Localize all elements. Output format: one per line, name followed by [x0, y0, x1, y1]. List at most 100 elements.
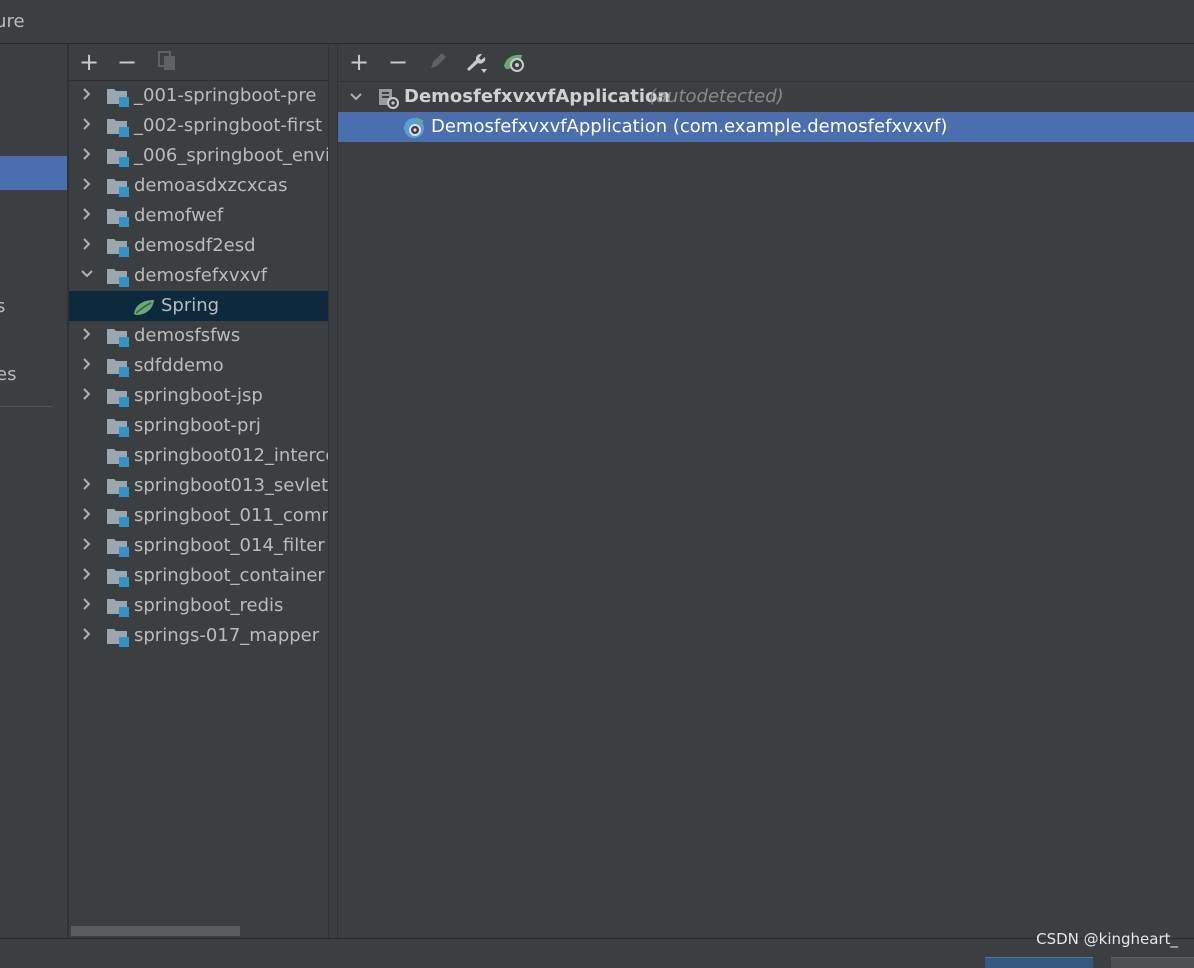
- chevron-right-icon[interactable]: [80, 87, 94, 101]
- app-context-config-label: DemosfefxvxvfApplication (com.example.de…: [431, 116, 948, 137]
- module-label: springboot-jsp: [134, 385, 263, 406]
- chevron-right-icon[interactable]: [80, 507, 94, 521]
- module-item[interactable]: springboot-prj: [69, 411, 328, 441]
- module-folder-icon: [107, 629, 129, 647]
- app-context-config[interactable]: DemosfefxvxvfApplication (com.example.de…: [338, 112, 1194, 142]
- app-context-root[interactable]: DemosfefxvxvfApplication (autodetected): [338, 82, 1194, 112]
- module-folder-icon: [107, 359, 129, 377]
- module-label: sdfddemo: [134, 355, 224, 376]
- module-label: demosfsfws: [134, 325, 241, 346]
- module-label: _006_springboot_envir: [134, 145, 328, 166]
- watermark: CSDN @kingheart_: [1036, 930, 1178, 948]
- chevron-right-icon[interactable]: [80, 237, 94, 251]
- chevron-right-icon[interactable]: [80, 117, 94, 131]
- module-folder-icon: [107, 149, 129, 167]
- module-folder-icon: [107, 389, 129, 407]
- chevron-right-icon[interactable]: [80, 627, 94, 641]
- chevron-right-icon[interactable]: [80, 177, 94, 191]
- module-folder-icon: [107, 329, 129, 347]
- module-item[interactable]: demosdf2esd: [69, 231, 328, 261]
- module-folder-icon: [107, 449, 129, 467]
- edit-icon[interactable]: [426, 50, 450, 74]
- module-label: springs-017_mapper: [134, 625, 320, 646]
- module-item[interactable]: demosfefxvxvf: [69, 261, 328, 291]
- chevron-right-icon[interactable]: [80, 567, 94, 581]
- module-item[interactable]: springboot_011_comm: [69, 501, 328, 531]
- sidebar-item-fragment[interactable]: s: [0, 296, 5, 317]
- copy-icon[interactable]: [155, 50, 179, 74]
- module-item[interactable]: _001-springboot-pre: [69, 81, 328, 111]
- app-context-name: DemosfefxvxvfApplication: [404, 86, 671, 107]
- module-item[interactable]: springboot_container: [69, 561, 328, 591]
- remove-button[interactable]: −: [115, 50, 139, 74]
- module-label: demosdf2esd: [134, 235, 256, 256]
- detail-toolbar: + −: [338, 44, 1194, 82]
- sidebar-divider: [0, 406, 52, 407]
- modules-tree[interactable]: _001-springboot-pre _002-springboot-first…: [69, 81, 328, 651]
- chevron-right-icon[interactable]: [80, 477, 94, 491]
- module-item[interactable]: _006_springboot_envir: [69, 141, 328, 171]
- module-label: springboot_redis: [134, 595, 284, 616]
- module-item[interactable]: springs-017_mapper: [69, 621, 328, 651]
- module-folder-icon: [107, 119, 129, 137]
- module-label: springboot_014_filter: [134, 535, 325, 556]
- sidebar-item-fragment[interactable]: es: [0, 364, 16, 385]
- module-item[interactable]: sdfddemo: [69, 351, 328, 381]
- chevron-down-icon[interactable]: [80, 267, 94, 281]
- chevron-right-icon[interactable]: [80, 207, 94, 221]
- chevron-right-icon[interactable]: [80, 147, 94, 161]
- modules-toolbar: + −: [69, 44, 328, 81]
- module-label: springboot013_sevlet: [134, 475, 328, 496]
- module-label: _001-springboot-pre: [134, 85, 317, 106]
- module-item[interactable]: springboot013_sevlet: [69, 471, 328, 501]
- spring-boot-config-icon: [404, 117, 424, 138]
- facet-item[interactable]: Spring: [69, 291, 328, 321]
- settings-sidebar: s es: [0, 44, 67, 938]
- remove-button[interactable]: −: [386, 50, 410, 74]
- panel-divider[interactable]: [328, 44, 338, 938]
- sidebar-selected-item[interactable]: [0, 156, 67, 190]
- ok-button[interactable]: [985, 957, 1093, 968]
- chevron-right-icon[interactable]: [80, 327, 94, 341]
- add-button[interactable]: +: [347, 50, 371, 74]
- autodetected-note: (autodetected): [649, 86, 784, 107]
- module-label: springboot_container: [134, 565, 325, 586]
- module-folder-icon: [107, 89, 129, 107]
- cancel-button[interactable]: [1111, 957, 1194, 968]
- module-folder-icon: [107, 509, 129, 527]
- app-context-icon: [379, 89, 399, 109]
- title-bar: ture: [0, 0, 1194, 44]
- spring-leaf-icon: [134, 300, 154, 315]
- module-item[interactable]: springboot-jsp: [69, 381, 328, 411]
- modules-panel: + − _001-springboot-pre _002-springboot-f…: [69, 44, 328, 938]
- module-folder-icon: [107, 479, 129, 497]
- module-item[interactable]: springboot_014_filter: [69, 531, 328, 561]
- window-title: ture: [0, 11, 25, 32]
- module-folder-icon: [107, 209, 129, 227]
- module-folder-icon: [107, 419, 129, 437]
- module-item[interactable]: demoasdxzcxcas: [69, 171, 328, 201]
- facet-label: Spring: [161, 295, 220, 316]
- spring-config-icon[interactable]: [502, 50, 526, 74]
- module-item[interactable]: springboot012_interce: [69, 441, 328, 471]
- module-label: demoasdxzcxcas: [134, 175, 288, 196]
- module-item[interactable]: _002-springboot-first: [69, 111, 328, 141]
- chevron-right-icon[interactable]: [80, 387, 94, 401]
- facet-detail-panel: + − DemosfefxvxvfApplication (autodetect…: [338, 44, 1194, 938]
- chevron-right-icon[interactable]: [80, 537, 94, 551]
- add-button[interactable]: +: [77, 50, 101, 74]
- module-label: springboot-prj: [134, 415, 261, 436]
- module-label: demosfefxvxvf: [134, 265, 268, 286]
- module-folder-icon: [107, 599, 129, 617]
- horizontal-scrollbar[interactable]: [71, 926, 240, 936]
- wrench-icon[interactable]: [464, 50, 488, 74]
- module-item[interactable]: demofwef: [69, 201, 328, 231]
- chevron-right-icon[interactable]: [80, 597, 94, 611]
- module-item[interactable]: springboot_redis: [69, 591, 328, 621]
- chevron-down-icon[interactable]: [349, 90, 363, 104]
- module-item[interactable]: demosfsfws: [69, 321, 328, 351]
- module-label: springboot012_interce: [134, 445, 328, 466]
- chevron-right-icon[interactable]: [80, 357, 94, 371]
- module-folder-icon: [107, 569, 129, 587]
- module-folder-icon: [107, 179, 129, 197]
